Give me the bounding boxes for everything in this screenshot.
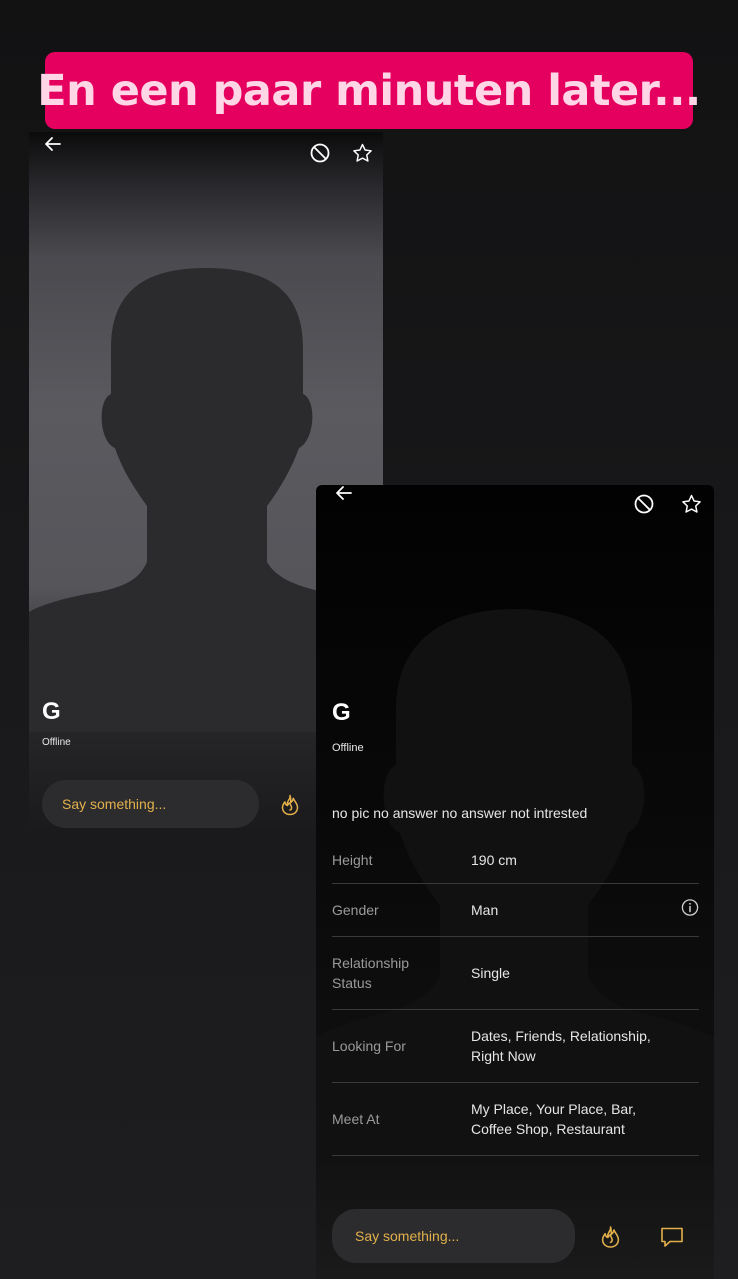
- block-button[interactable]: [308, 141, 332, 165]
- caption-banner: En een paar minuten later...: [37, 52, 701, 129]
- detail-value: 190 cm: [471, 852, 517, 868]
- chat-bubble-icon: [661, 1227, 683, 1247]
- flame-icon: [601, 1226, 619, 1248]
- profile-card-second: G Offline no pic no answer no answer not…: [316, 485, 714, 1279]
- star-icon: [352, 143, 372, 162]
- message-input[interactable]: Say something...: [332, 1209, 575, 1263]
- detail-value: My Place, Your Place, Bar, Coffee Shop, …: [471, 1101, 636, 1137]
- tap-button[interactable]: [596, 1223, 624, 1251]
- profile-name: G: [332, 699, 351, 726]
- back-button[interactable]: [41, 134, 65, 154]
- online-status: Offline: [42, 737, 71, 748]
- online-status: Offline: [332, 742, 364, 754]
- back-button[interactable]: [332, 485, 356, 501]
- message-input[interactable]: Say something...: [42, 780, 259, 828]
- profile-name: G: [42, 698, 61, 725]
- profile-details: Height 190 cm Gender Man Relationship St…: [332, 837, 699, 1156]
- detail-label: Meet At: [332, 1111, 380, 1127]
- favorite-button[interactable]: [350, 141, 374, 165]
- detail-label: Gender: [332, 902, 379, 918]
- block-icon: [310, 143, 330, 163]
- detail-row-meet-at: Meet At My Place, Your Place, Bar, Coffe…: [332, 1083, 699, 1156]
- detail-row-gender: Gender Man: [332, 884, 699, 937]
- favorite-button[interactable]: [679, 492, 703, 516]
- detail-value: Man: [471, 902, 499, 918]
- detail-value: Single: [471, 965, 510, 981]
- detail-row-looking-for: Looking For Dates, Friends, Relationship…: [332, 1010, 699, 1083]
- gender-info-button[interactable]: [681, 899, 699, 922]
- profile-bio: no pic no answer no answer not intrested: [332, 805, 588, 821]
- chat-button[interactable]: [658, 1223, 686, 1251]
- message-placeholder: Say something...: [355, 1228, 460, 1244]
- detail-value: Dates, Friends, Relationship, Right Now: [471, 1028, 651, 1064]
- arrow-left-icon: [45, 137, 61, 151]
- detail-row-relationship-status: Relationship Status Single: [332, 937, 699, 1010]
- detail-label: Relationship Status: [332, 955, 410, 991]
- message-placeholder: Say something...: [62, 796, 167, 812]
- detail-label: Height: [332, 852, 373, 868]
- star-icon: [681, 494, 701, 513]
- info-icon: [681, 899, 699, 916]
- caption-text: En een paar minuten later...: [37, 65, 701, 116]
- arrow-left-icon: [336, 486, 352, 500]
- block-button[interactable]: [632, 492, 656, 516]
- detail-label: Looking For: [332, 1038, 406, 1054]
- tap-button[interactable]: [277, 792, 303, 818]
- block-icon: [634, 494, 654, 514]
- detail-row-height: Height 190 cm: [332, 837, 699, 884]
- flame-icon: [281, 794, 299, 816]
